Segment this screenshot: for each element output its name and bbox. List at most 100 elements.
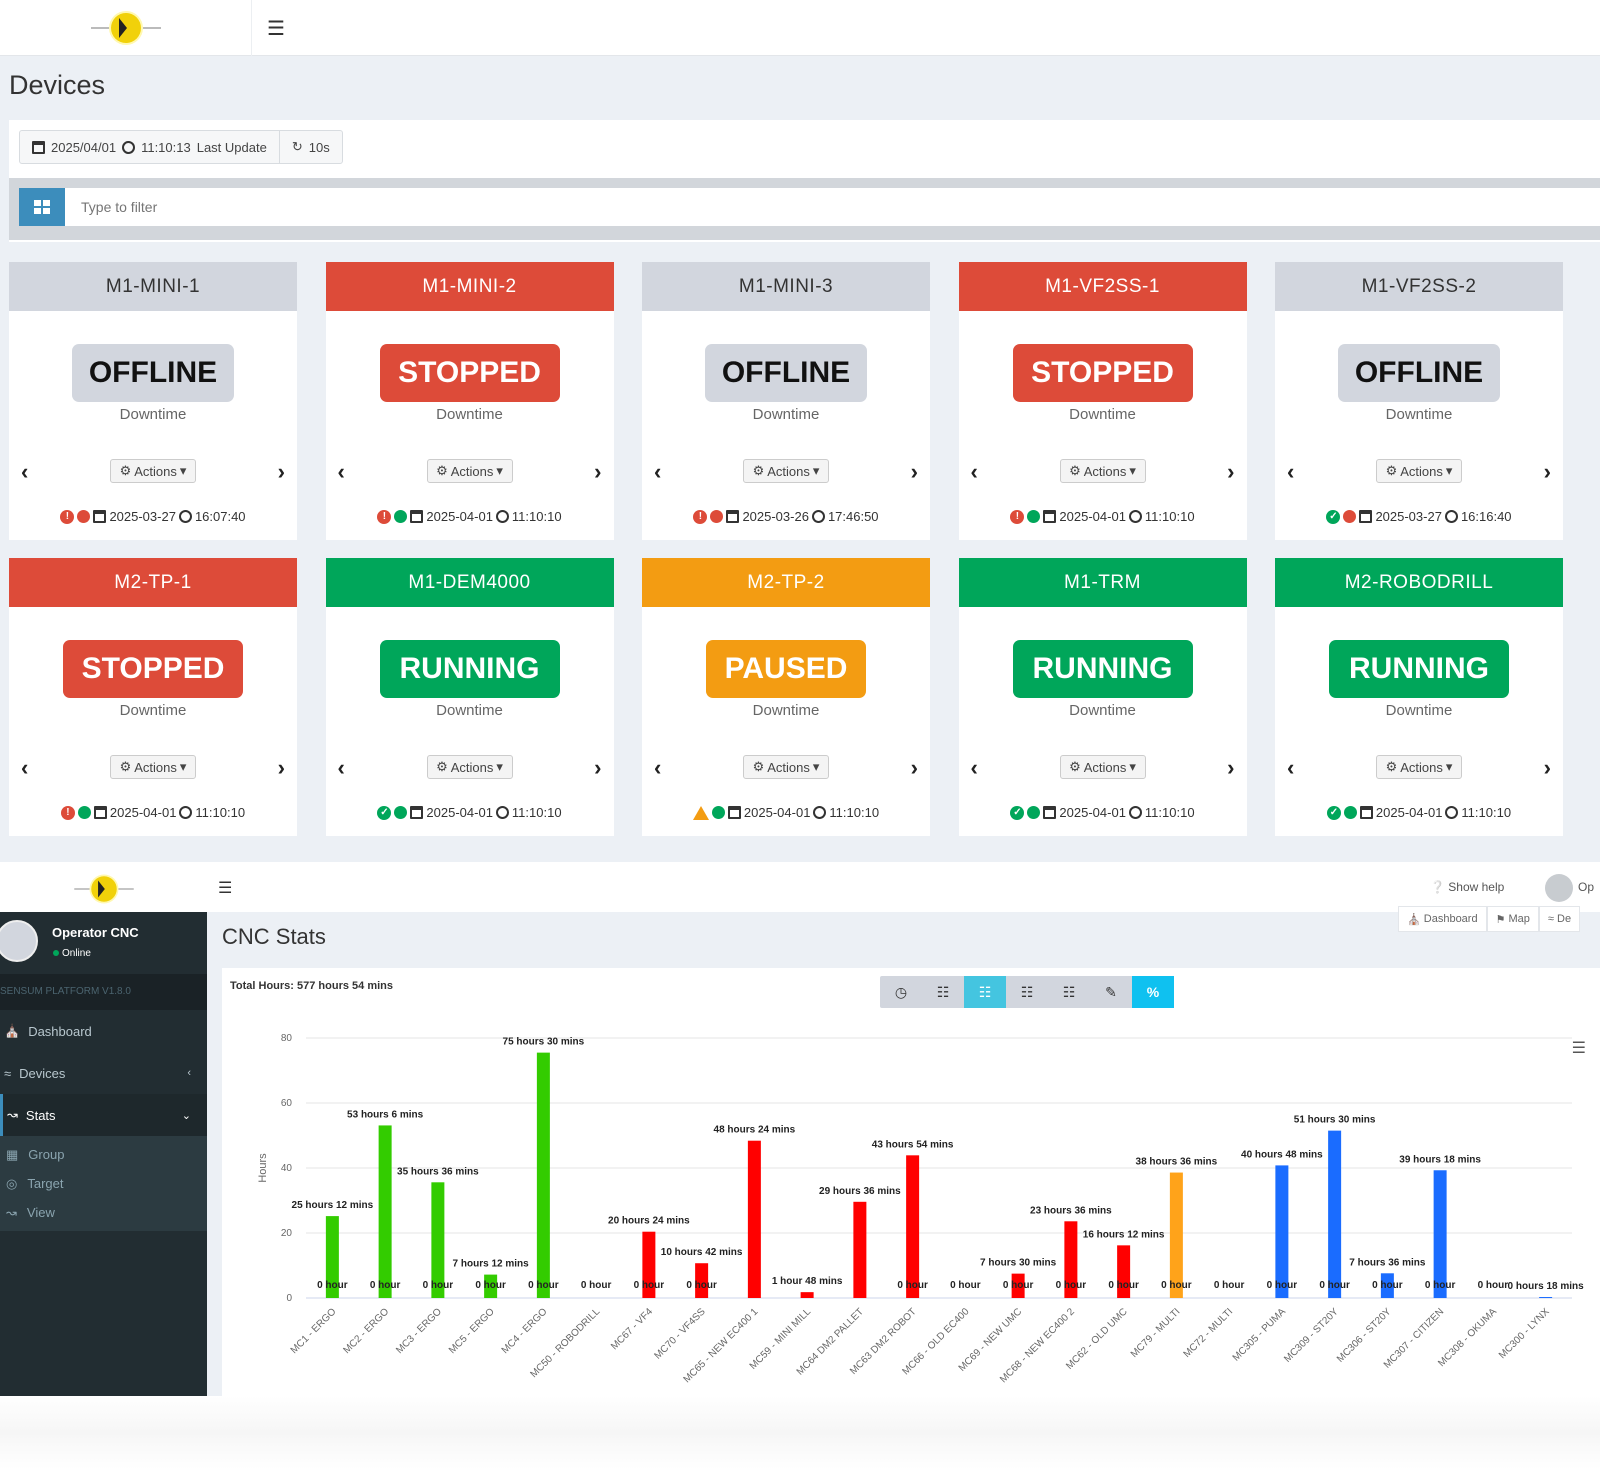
breadcrumb-map[interactable]: ⚑ Map xyxy=(1486,906,1539,932)
hamburger-menu-icon[interactable]: ☰ xyxy=(262,14,290,42)
chart-bar[interactable] xyxy=(853,1201,867,1298)
sidebar-item-dashboard[interactable]: ⛪ Dashboard xyxy=(0,1010,207,1052)
actions-dropdown-button[interactable]: ⚙ Actions ▾ xyxy=(426,459,513,483)
device-name[interactable]: M1-MINI-1 xyxy=(9,262,297,311)
next-arrow-icon[interactable]: › xyxy=(1544,755,1551,781)
calendar-icon xyxy=(32,140,45,154)
card-nav-row: ‹ ⚙ Actions ▾ › xyxy=(326,457,614,485)
next-arrow-icon[interactable]: › xyxy=(1227,459,1234,485)
device-name[interactable]: M1-VF2SS-2 xyxy=(1275,262,1563,311)
year-calendar-button[interactable]: ☷ xyxy=(1048,976,1090,1008)
user-avatar[interactable] xyxy=(1545,874,1573,902)
hamburger-menu-icon[interactable]: ☰ xyxy=(218,878,232,898)
next-arrow-icon[interactable]: › xyxy=(278,459,285,485)
filter-input[interactable] xyxy=(65,188,1600,226)
data-label: 7 hours 30 mins xyxy=(980,1258,1057,1269)
actions-dropdown-button[interactable]: ⚙ Actions ▾ xyxy=(1059,459,1146,483)
downtime-label: Downtime xyxy=(1069,406,1136,423)
next-arrow-icon[interactable]: › xyxy=(1544,459,1551,485)
device-name[interactable]: M1-TRM xyxy=(958,558,1247,607)
last-seen-date: 2025-03-26 xyxy=(742,509,809,524)
refresh-button[interactable]: ↻ 10s xyxy=(278,131,342,163)
data-label: 23 hours 36 mins xyxy=(1030,1205,1112,1216)
page-bottom-fade xyxy=(0,1396,1600,1469)
prev-arrow-icon[interactable]: ‹ xyxy=(971,755,978,781)
prev-arrow-icon[interactable]: ‹ xyxy=(338,459,345,485)
prev-arrow-icon[interactable]: ‹ xyxy=(338,755,345,781)
last-seen-date: 2025-04-01 xyxy=(426,509,493,524)
prev-arrow-icon[interactable]: ‹ xyxy=(654,459,661,485)
data-label: 43 hours 54 mins xyxy=(872,1139,954,1150)
device-name[interactable]: M2-ROBODRILL xyxy=(1275,558,1563,607)
sidebar-item-stats[interactable]: ↝ Stats ⌄ xyxy=(0,1094,207,1136)
caret-down-icon: ▾ xyxy=(1445,463,1453,478)
sidebar-item-devices[interactable]: ≈ Devices ‹ xyxy=(0,1052,207,1094)
next-arrow-icon[interactable]: › xyxy=(911,459,918,485)
gear-icon: ⚙ xyxy=(436,463,448,478)
next-arrow-icon[interactable]: › xyxy=(278,755,285,781)
connection-dot xyxy=(1343,806,1357,819)
chart-bar[interactable] xyxy=(1275,1165,1289,1298)
chart-bar[interactable] xyxy=(747,1140,761,1298)
alert-icon: ! xyxy=(60,805,75,820)
chart-context-menu-icon[interactable]: ☰ xyxy=(1572,1038,1586,1058)
card-nav-row: ‹ ⚙ Actions ▾ › xyxy=(642,753,930,781)
next-arrow-icon[interactable]: › xyxy=(1227,755,1234,781)
actions-dropdown-button[interactable]: ⚙ Actions ▾ xyxy=(1376,459,1462,483)
device-name[interactable]: M1-MINI-2 xyxy=(325,262,614,311)
prev-arrow-icon[interactable]: ‹ xyxy=(1287,459,1294,485)
clock-period-button[interactable]: ◷ xyxy=(880,976,922,1008)
data-label: 40 hours 48 mins xyxy=(1241,1149,1323,1160)
actions-dropdown-button[interactable]: ⚙ Actions ▾ xyxy=(743,755,829,779)
actions-dropdown-button[interactable]: ⚙ Actions ▾ xyxy=(1376,755,1462,779)
prev-arrow-icon[interactable]: ‹ xyxy=(21,755,28,781)
last-seen-time: 17:46:50 xyxy=(827,509,879,524)
stats-logo-area[interactable] xyxy=(0,866,207,912)
device-card: M1-VF2SS-1 STOPPED Downtime ‹ ⚙ Actions ▾ ›! 202… xyxy=(958,262,1247,540)
custom-range-pencil-button[interactable]: ✎ xyxy=(1090,976,1132,1008)
month-calendar-button[interactable]: ☷ xyxy=(1006,976,1048,1008)
breadcrumb-devices[interactable]: ≈ De xyxy=(1538,906,1581,932)
chart-bar[interactable] xyxy=(536,1052,550,1298)
device-name[interactable]: M1-VF2SS-1 xyxy=(958,262,1247,311)
next-arrow-icon[interactable]: › xyxy=(594,755,601,781)
prev-arrow-icon[interactable]: ‹ xyxy=(21,459,28,485)
actions-dropdown-button[interactable]: ⚙ Actions ▾ xyxy=(110,459,196,483)
chart-bar[interactable] xyxy=(378,1125,392,1298)
cnc-stats-app: ☰ ❔ Show help Op Operator CNC Online SEN… xyxy=(0,866,1600,1396)
actions-dropdown-button[interactable]: ⚙ Actions ▾ xyxy=(426,755,513,779)
breadcrumb-dashboard[interactable]: ⛪ Dashboard xyxy=(1398,906,1487,932)
device-name[interactable]: M1-MINI-3 xyxy=(642,262,930,311)
actions-dropdown-button[interactable]: ⚙ Actions ▾ xyxy=(1059,755,1146,779)
alert-icon: ! xyxy=(693,509,708,524)
chart-bar[interactable] xyxy=(800,1292,814,1298)
device-name[interactable]: M2-TP-1 xyxy=(9,558,297,607)
device-name[interactable]: M2-TP-2 xyxy=(642,558,930,607)
grid-view-button[interactable] xyxy=(19,188,65,226)
user-menu-label[interactable]: Op xyxy=(1578,880,1594,894)
chart-bar[interactable] xyxy=(1539,1297,1553,1298)
show-help-button[interactable]: ❔ Show help xyxy=(1430,880,1504,894)
prev-arrow-icon[interactable]: ‹ xyxy=(654,755,661,781)
logo-area[interactable] xyxy=(0,0,252,56)
device-name[interactable]: M1-DEM4000 xyxy=(325,558,614,607)
cnc-stats-chart-panel: 0 20 40 60 80 Hours 25 hours 12 mins 0 hour MC1 … xyxy=(222,968,1600,1396)
sidebar-subitem-target[interactable]: ◎ Target xyxy=(0,1169,207,1198)
next-arrow-icon[interactable]: › xyxy=(594,459,601,485)
avatar xyxy=(0,920,38,962)
day-calendar-button[interactable]: ☷ xyxy=(922,976,964,1008)
chart-bar[interactable] xyxy=(1328,1130,1342,1298)
data-label: 1 hour 48 mins xyxy=(772,1276,843,1287)
next-arrow-icon[interactable]: › xyxy=(911,755,918,781)
card-nav-row: ‹ ⚙ Actions ▾ › xyxy=(642,457,930,485)
week-calendar-button[interactable]: ☷ xyxy=(964,976,1006,1008)
prev-arrow-icon[interactable]: ‹ xyxy=(971,459,978,485)
prev-arrow-icon[interactable]: ‹ xyxy=(1287,755,1294,781)
chart-bar[interactable] xyxy=(1433,1170,1447,1298)
chart-bar[interactable] xyxy=(906,1155,920,1298)
actions-dropdown-button[interactable]: ⚙ Actions ▾ xyxy=(743,459,829,483)
sidebar-subitem-group[interactable]: ▦ Group xyxy=(0,1140,207,1169)
sidebar-subitem-view[interactable]: ↝ View xyxy=(0,1198,207,1227)
actions-dropdown-button[interactable]: ⚙ Actions ▾ xyxy=(110,755,196,779)
percent-toggle-button[interactable]: % xyxy=(1132,976,1174,1008)
